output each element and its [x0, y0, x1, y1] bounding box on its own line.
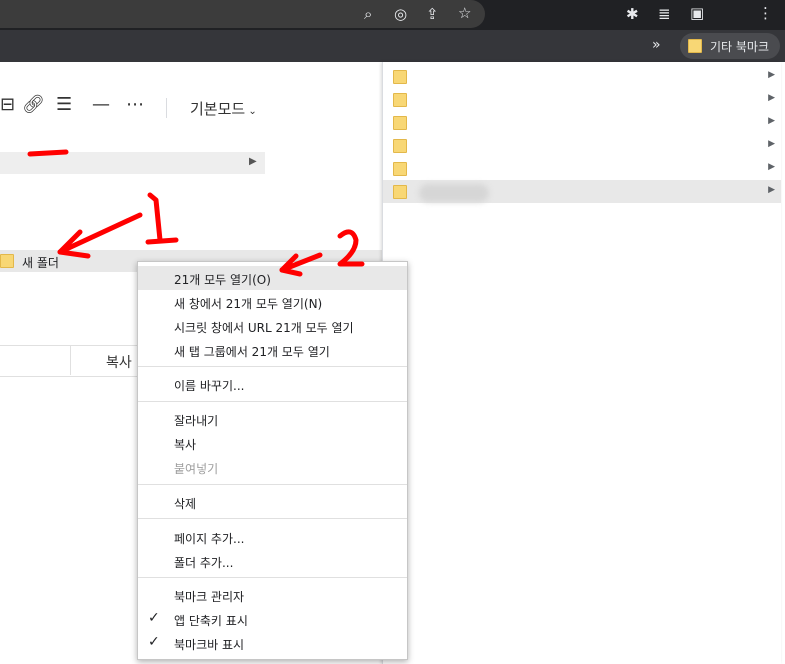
menu-item-label: 새 창에서 21개 모두 열기(N)	[174, 297, 323, 311]
highlight-band	[0, 152, 265, 174]
kebab-icon[interactable]: ⋮	[758, 5, 773, 21]
menu-separator	[138, 518, 407, 519]
other-bookmarks-label: 기타 북마크	[710, 40, 770, 54]
list-icon[interactable]: ☰	[56, 94, 72, 115]
menu-add-page[interactable]: 페이지 추가...	[138, 525, 407, 549]
menu-item-label: 시크릿 창에서 URL 21개 모두 열기	[174, 321, 354, 335]
menu-bookmark-manager[interactable]: 북마크 관리자	[138, 583, 407, 607]
menu-item-label: 폴더 추가...	[174, 556, 234, 570]
folder-icon	[688, 39, 702, 53]
bookmark-folder-item[interactable]: ▶	[383, 134, 781, 157]
menu-item-label: 북마크바 표시	[174, 638, 245, 652]
chevron-right-icon: ▶	[768, 93, 775, 103]
menu-item-label: 페이지 추가...	[174, 532, 245, 546]
other-bookmarks-button[interactable]: 기타 북마크	[680, 33, 780, 59]
more-icon[interactable]: ⋯	[126, 94, 144, 115]
address-bar[interactable]	[0, 0, 485, 28]
menu-show-bookmarks-bar[interactable]: ✓ 북마크바 표시	[138, 631, 407, 655]
table-icon[interactable]: ⊟	[0, 94, 15, 115]
folder-context-menu: 21개 모두 열기(O) 새 창에서 21개 모두 열기(N) 시크릿 창에서 …	[137, 261, 408, 660]
menu-rename[interactable]: 이름 바꾸기...	[138, 372, 407, 396]
menu-item-label: 잘라내기	[174, 414, 219, 428]
menu-add-folder[interactable]: 폴더 추가...	[138, 549, 407, 573]
share-icon[interactable]: ⇪	[426, 6, 439, 22]
zoom-icon[interactable]: ⌕	[364, 6, 372, 22]
menu-item-label: 앱 단축키 표시	[174, 614, 248, 628]
chevron-right-icon: ▶	[768, 116, 775, 126]
more-bookmarks-button[interactable]: »	[652, 37, 661, 53]
new-folder-label: 새 폴더	[22, 256, 59, 270]
redacted-label	[419, 184, 489, 202]
media-icon[interactable]: ≣	[658, 6, 671, 22]
menu-paste[interactable]: 붙여넣기	[138, 455, 407, 479]
toolbar-divider	[166, 98, 167, 118]
table-cell-copy: 복사	[106, 355, 132, 371]
check-icon: ✓	[148, 610, 160, 626]
menu-item-label: 삭제	[174, 497, 197, 511]
horizontal-rule-icon[interactable]: —	[92, 94, 110, 115]
menu-separator	[138, 484, 407, 485]
chevron-right-icon: ▶	[768, 185, 775, 195]
folder-icon	[393, 116, 407, 130]
check-icon: ✓	[148, 634, 160, 650]
bookmark-folder-item[interactable]: ▶	[383, 111, 781, 134]
other-bookmarks-menu: ▶ ▶ ▶ ▶ ▶ ▶	[382, 62, 781, 664]
menu-item-label: 새 탭 그룹에서 21개 모두 열기	[174, 345, 330, 359]
menu-item-label: 21개 모두 열기(O)	[174, 273, 271, 287]
folder-icon	[0, 254, 14, 268]
chevron-right-icon: ▶	[768, 162, 775, 172]
menu-open-all-new-window[interactable]: 새 창에서 21개 모두 열기(N)	[138, 290, 407, 314]
menu-show-app-shortcuts[interactable]: ✓ 앱 단축키 표시	[138, 607, 407, 631]
menu-item-label: 붙여넣기	[174, 462, 219, 476]
mode-label: 기본모드	[190, 100, 246, 118]
menu-copy[interactable]: 복사	[138, 431, 407, 455]
mode-dropdown[interactable]: 기본모드 ⌄	[190, 98, 257, 119]
bookmark-folder-item[interactable]: ▶	[383, 65, 781, 88]
menu-item-label: 이름 바꾸기...	[174, 379, 245, 393]
puzzle-icon[interactable]: ✱	[626, 6, 639, 22]
link-icon[interactable]: 🔗︎	[22, 94, 45, 115]
browser-toolbar: ⌕ ◎ ⇪ ☆ ✱ ≣ ▣ ⋮	[0, 0, 785, 30]
menu-item-label: 복사	[174, 438, 197, 452]
menu-open-all-tab-group[interactable]: 새 탭 그룹에서 21개 모두 열기	[138, 338, 407, 362]
sidepanel-icon[interactable]: ▣	[690, 5, 704, 21]
menu-open-all[interactable]: 21개 모두 열기(O)	[138, 266, 407, 290]
menu-separator	[138, 366, 407, 367]
chevron-down-icon: ⌄	[245, 106, 257, 117]
menu-separator	[138, 401, 407, 402]
table-divider	[70, 345, 71, 375]
bookmark-bar	[0, 30, 785, 62]
folder-icon	[393, 70, 407, 84]
bookmark-folder-item[interactable]: ▶	[383, 88, 781, 111]
folder-icon	[393, 162, 407, 176]
bookmark-folder-item[interactable]: ▶	[383, 157, 781, 180]
menu-cut[interactable]: 잘라내기	[138, 407, 407, 431]
menu-open-all-incognito[interactable]: 시크릿 창에서 URL 21개 모두 열기	[138, 314, 407, 338]
bookmark-folder-item-active[interactable]: ▶	[383, 180, 781, 203]
star-icon[interactable]: ☆	[458, 5, 471, 21]
folder-icon	[393, 93, 407, 107]
folder-icon	[393, 139, 407, 153]
menu-separator	[138, 577, 407, 578]
menu-item-label: 북마크 관리자	[174, 590, 245, 604]
chevron-right-icon: ▶	[768, 139, 775, 149]
menu-delete[interactable]: 삭제	[138, 490, 407, 514]
chevron-right-icon: ▶	[249, 156, 257, 167]
chevron-right-icon: ▶	[768, 70, 775, 80]
eye-off-icon[interactable]: ◎	[394, 6, 407, 22]
folder-icon	[393, 185, 407, 199]
